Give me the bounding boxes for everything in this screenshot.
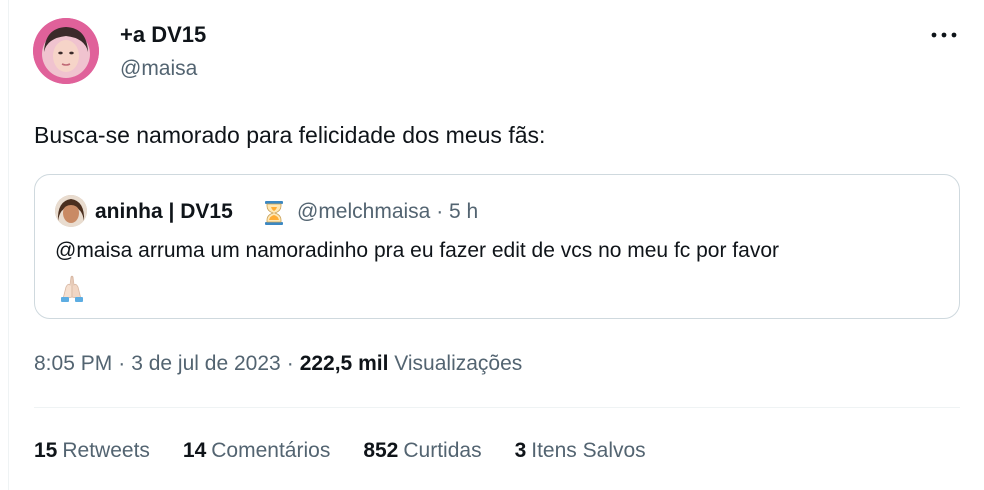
- bookmarks-count: 3: [514, 439, 527, 462]
- separator-dot: ·: [436, 200, 444, 223]
- quoted-author-handle[interactable]: @melchmaisa: [297, 200, 430, 223]
- author-avatar[interactable]: [33, 18, 99, 84]
- quoted-author-handle-and-time: @melchmaisa · 5 h: [297, 199, 478, 225]
- tweet-date[interactable]: 3 de jul de 2023: [131, 352, 280, 375]
- tweet-time[interactable]: 8:05 PM: [34, 352, 112, 375]
- comments-label: Comentários: [211, 439, 331, 462]
- tweet-meta: 8:05 PM · 3 de jul de 2023 · 222,5 mil Visua…: [34, 350, 522, 378]
- engagement-stats: 15 Retweets 14 Comentários 852 Curtidas 3 It…: [34, 437, 679, 465]
- bookmarks-label: Itens Salvos: [531, 439, 646, 462]
- quoted-author-display-name[interactable]: aninha | DV15: [95, 199, 233, 225]
- quoted-tweet-text: @maisa arruma um namoradinho pra eu faze…: [55, 239, 779, 262]
- quoted-tweet-card[interactable]: aninha | DV15 @melchmaisa · 5 h @maisa a…: [34, 174, 960, 319]
- likes-count: 852: [363, 439, 399, 462]
- tweet-text: Busca-se namorado para felicidade dos me…: [34, 122, 546, 148]
- retweets-label: Retweets: [62, 439, 150, 462]
- separator-dot: ·: [286, 352, 294, 375]
- comments-stat[interactable]: 14 Comentários: [183, 437, 330, 465]
- comments-count: 14: [182, 439, 207, 462]
- views-count: 222,5 mil: [299, 352, 389, 375]
- more-options-button[interactable]: [924, 22, 964, 48]
- views-label: Visualizações: [394, 352, 523, 375]
- bookmarks-stat[interactable]: 3 Itens Salvos: [515, 437, 646, 465]
- quoted-author-avatar[interactable]: [55, 195, 87, 227]
- quoted-author-avatar-image: [55, 195, 87, 227]
- retweets-stat[interactable]: 15 Retweets: [34, 437, 150, 465]
- likes-label: Curtidas: [403, 439, 482, 462]
- hourglass-icon: [263, 200, 285, 226]
- likes-stat[interactable]: 852 Curtidas: [363, 437, 481, 465]
- retweets-count: 15: [34, 439, 58, 462]
- author-handle[interactable]: @maisa: [120, 56, 197, 82]
- separator-dot: ·: [118, 352, 126, 375]
- divider: [34, 407, 960, 408]
- quoted-tweet-time[interactable]: 5 h: [449, 200, 478, 223]
- more-horizontal-icon: [931, 32, 957, 38]
- author-avatar-image: [33, 18, 99, 84]
- folded-hands-icon: [57, 273, 87, 303]
- author-display-name[interactable]: +a DV15: [120, 22, 206, 48]
